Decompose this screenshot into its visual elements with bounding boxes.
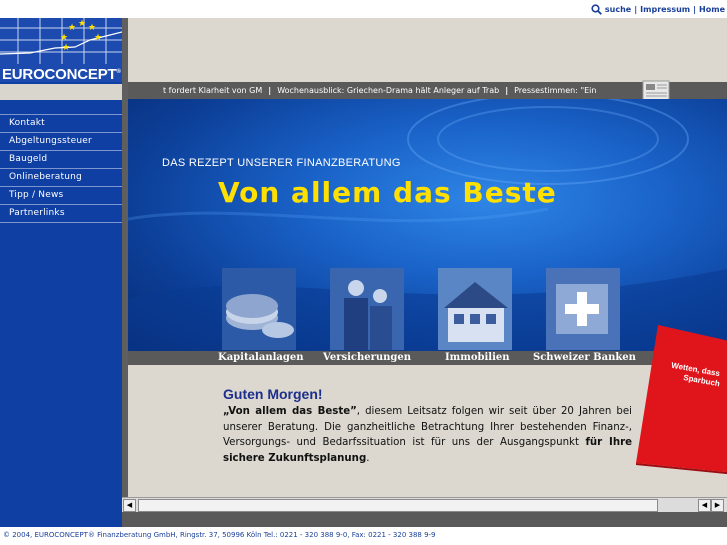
search-icon[interactable] (591, 4, 602, 15)
sidebar-strip (0, 84, 122, 100)
nav-item-baugeld[interactable]: Baugeld (0, 151, 122, 169)
swiss-flag-image (546, 268, 620, 350)
greeting-heading: Guten Morgen! (223, 386, 323, 402)
nav-item-kontakt[interactable]: Kontakt (0, 114, 122, 133)
separator: | (268, 86, 272, 95)
promo-book[interactable]: Wetten, dass Sparbuch (636, 325, 727, 475)
logo-wordmark: EUROCONCEPT® (2, 66, 121, 82)
newspaper-icon (642, 80, 670, 101)
hero-banner (128, 99, 727, 351)
coins-image (222, 268, 296, 350)
svg-text:★: ★ (68, 23, 76, 33)
promo-book-shape (636, 325, 727, 475)
category-immobilien[interactable]: Immobilien (445, 351, 510, 365)
footer-text: © 2004, EUROCONCEPT® Finanzberatung GmbH… (3, 531, 436, 539)
ticker-item[interactable]: Pressestimmen: "Ein (514, 82, 596, 99)
separator: | (505, 86, 509, 95)
ticker-item[interactable]: t fordert Klarheit von GM (163, 82, 262, 99)
photo-schweizer-banken[interactable] (546, 268, 620, 350)
people-image (330, 268, 404, 350)
bottom-bar (122, 512, 727, 527)
svg-text:★: ★ (62, 43, 70, 53)
nav-item-tipp-news[interactable]: Tipp / News (0, 187, 122, 205)
separator: | (634, 5, 638, 14)
nav-item-partnerlinks[interactable]: Partnerlinks (0, 205, 122, 223)
logo-grid-graphic: ★ ★ ★ ★ ★ ★ (0, 18, 122, 64)
home-link[interactable]: Home (699, 5, 725, 14)
category-versicherungen[interactable]: Versicherungen (323, 351, 411, 365)
svg-text:★: ★ (94, 33, 102, 43)
intro-text: „Von allem das Beste”, diesem Leitsatz f… (223, 404, 632, 466)
photo-versicherungen[interactable] (330, 268, 404, 350)
hero-subtitle: DAS REZEPT UNSERER FINANZBERATUNG (162, 157, 401, 169)
search-link[interactable]: suche (605, 5, 631, 14)
scroll-left-button[interactable]: ◀ (123, 499, 136, 512)
category-kapitalanlagen[interactable]: Kapitalanlagen (218, 351, 304, 365)
news-ticker[interactable]: t fordert Klarheit von GM | Wochenausbli… (128, 82, 727, 99)
svg-text:★: ★ (78, 19, 86, 29)
nav-item-abgeltungssteuer[interactable]: Abgeltungssteuer (0, 133, 122, 151)
nav-item-onlineberatung[interactable]: Onlineberatung (0, 169, 122, 187)
intro-quote: „Von allem das Beste” (223, 406, 357, 417)
separator: | (693, 5, 697, 14)
top-links: suche | Impressum | Home (591, 4, 725, 15)
hero-title: Von allem das Beste (218, 176, 557, 209)
scroll-left-button-2[interactable]: ◀ (698, 499, 711, 512)
logo[interactable]: ★ ★ ★ ★ ★ ★ EUROCONCEPT® (0, 18, 122, 82)
horizontal-scrollbar[interactable]: ◀ ◀ ▶ (122, 497, 727, 512)
photo-immobilien[interactable] (438, 268, 512, 350)
intro-period: . (366, 452, 370, 464)
scroll-thumb[interactable] (138, 499, 658, 512)
photo-kapitalanlagen[interactable] (222, 268, 296, 350)
category-schweizer-banken[interactable]: Schweizer Banken (533, 351, 636, 365)
svg-text:★: ★ (60, 33, 68, 43)
house-image (438, 268, 512, 350)
sidebar-nav: Kontakt Abgeltungssteuer Baugeld Onlineb… (0, 114, 122, 223)
ticker-item[interactable]: Wochenausblick: Griechen-Drama hält Anle… (277, 82, 499, 99)
hero-background-graphic (128, 99, 727, 351)
svg-text:★: ★ (88, 23, 96, 33)
scroll-right-button[interactable]: ▶ (711, 499, 724, 512)
impressum-link[interactable]: Impressum (640, 5, 690, 14)
